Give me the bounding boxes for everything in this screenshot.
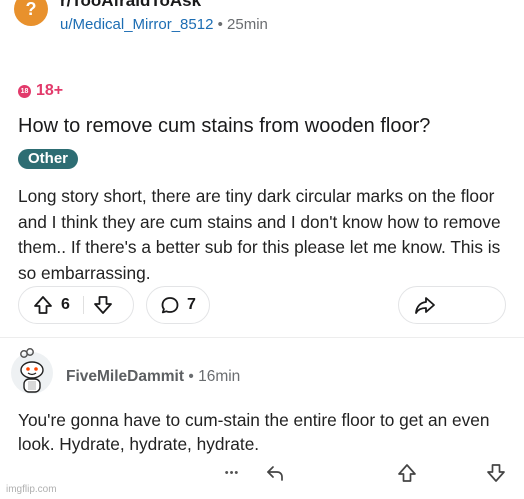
comment-author[interactable]: FiveMileDammit: [66, 368, 184, 385]
comment-icon: [160, 295, 180, 315]
comment-age: 16min: [198, 368, 241, 385]
comment-meta: FiveMileDammit • 16min: [66, 368, 240, 386]
downvote-icon[interactable]: [93, 295, 113, 315]
section-divider: [0, 337, 524, 338]
post-body: Long story short, there are tiny dark ci…: [18, 186, 501, 283]
upvote-count: 6: [61, 296, 70, 313]
comment-downvote-icon[interactable]: [484, 462, 508, 484]
nsfw-label: 18+: [36, 82, 64, 99]
vote-bar: 6: [18, 286, 134, 324]
post-flair[interactable]: Other: [18, 149, 79, 169]
meta-separator: •: [188, 368, 194, 385]
subreddit-name[interactable]: r/TooAfraidToAsk: [60, 0, 201, 11]
meta-separator: •: [217, 16, 223, 33]
subreddit-avatar-icon[interactable]: ?: [14, 0, 48, 26]
comment-body: You're gonna have to cum-stain the entir…: [18, 410, 490, 454]
commenter-avatar[interactable]: [10, 346, 54, 396]
upvote-icon[interactable]: [33, 295, 53, 315]
comment-upvote-icon[interactable]: [395, 462, 419, 484]
share-icon: [414, 295, 436, 315]
vote-divider: [82, 296, 84, 314]
more-options-button[interactable]: •••: [220, 462, 244, 484]
comments-button[interactable]: 7: [146, 286, 210, 324]
post-meta: u/Medical_Mirror_8512 • 25min: [60, 16, 268, 33]
nsfw-tag: 18 18+: [18, 82, 63, 100]
comment-count: 7: [187, 296, 196, 313]
post-age: 25min: [227, 16, 268, 33]
nsfw-icon: 18: [18, 84, 31, 98]
reply-icon[interactable]: [263, 462, 287, 484]
watermark: imgflip.com: [6, 484, 57, 495]
share-button[interactable]: [398, 286, 506, 324]
post-author[interactable]: u/Medical_Mirror_8512: [60, 16, 213, 33]
post-title[interactable]: How to remove cum stains from wooden flo…: [18, 115, 430, 138]
svg-text:?: ?: [26, 0, 37, 19]
